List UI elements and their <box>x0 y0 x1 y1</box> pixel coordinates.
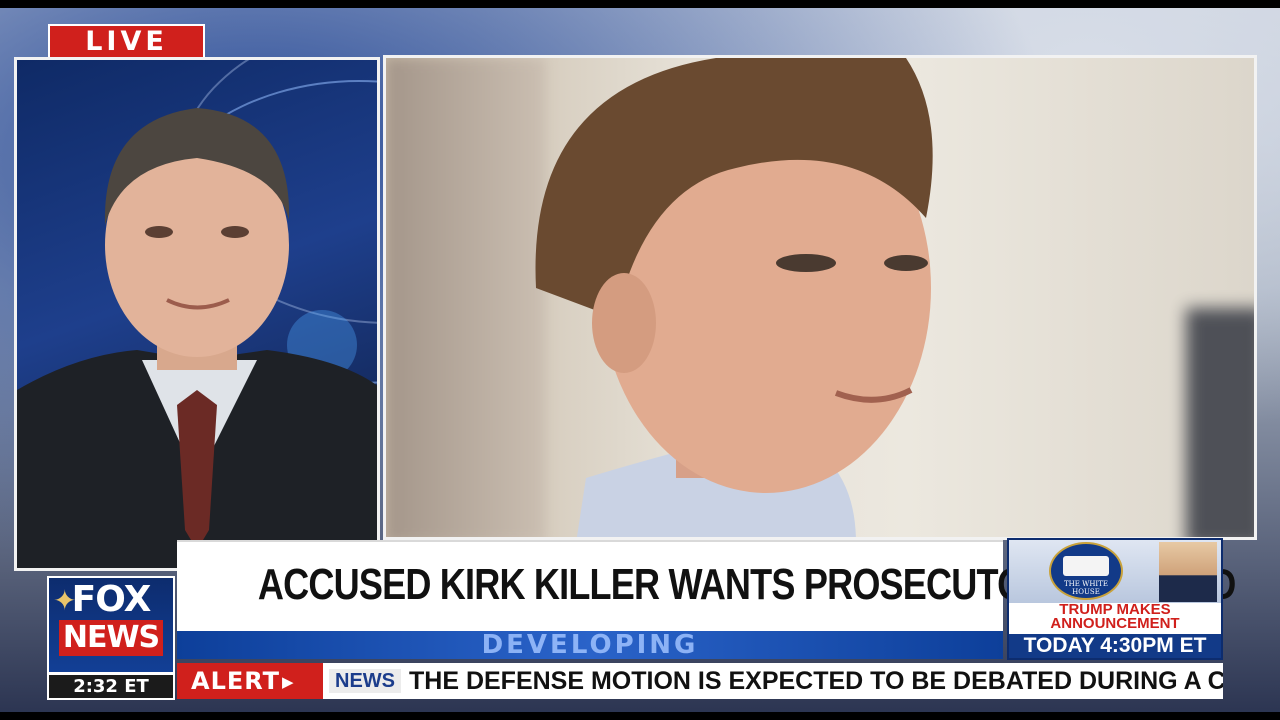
guest-figure <box>17 108 377 568</box>
ticker-text: THE DEFENSE MOTION IS EXPECTED TO BE DEB… <box>409 667 1223 695</box>
news-ticker: NEWS THE DEFENSE MOTION IS EXPECTED TO B… <box>323 663 1223 699</box>
logo-news-word: NEWS <box>58 620 164 656</box>
photo-inset <box>383 55 1257 540</box>
white-house-seal-icon: THE WHITE HOUSE <box>1049 542 1123 600</box>
christmas-ornament-icon: ✦ <box>53 585 77 616</box>
promo-headline-line2: ANNOUNCEMENT <box>1050 615 1180 632</box>
defendant-figure <box>535 58 933 537</box>
alert-label-text: ALERT <box>191 667 281 695</box>
alert-label: ALERT ▶ <box>177 663 323 699</box>
promo-portrait <box>1159 542 1217 602</box>
promo-time: TODAY 4:30PM ET <box>1009 634 1221 658</box>
seal-caption: THE WHITE HOUSE <box>1064 580 1108 596</box>
headline-lower-third: ACCUSED KIRK KILLER WANTS PROSECUTOR REM… <box>177 540 1236 631</box>
letterbox-bottom <box>0 712 1280 720</box>
play-arrow-icon: ▶ <box>282 673 295 691</box>
white-house-building-icon <box>1063 556 1109 576</box>
promo-image: THE WHITE HOUSE <box>1009 540 1221 603</box>
fox-news-logo: ✦ FOX NEWS <box>47 576 175 674</box>
promo-headline: TRUMP MAKES ANNOUNCEMENT <box>1009 602 1221 632</box>
letterbox-top <box>0 0 1280 8</box>
ticker-source-label: NEWS <box>329 669 401 693</box>
developing-label: DEVELOPING <box>481 631 699 659</box>
time-clock: 2:32 ET <box>47 673 175 700</box>
live-badge: LIVE <box>48 24 205 60</box>
developing-bar: DEVELOPING <box>177 631 1003 659</box>
promo-tile: THE WHITE HOUSE TRUMP MAKES ANNOUNCEMENT… <box>1007 538 1223 660</box>
headline-text: ACCUSED KIRK KILLER WANTS PROSECUTOR REM… <box>257 560 1236 609</box>
guest-video-feed <box>14 57 380 571</box>
